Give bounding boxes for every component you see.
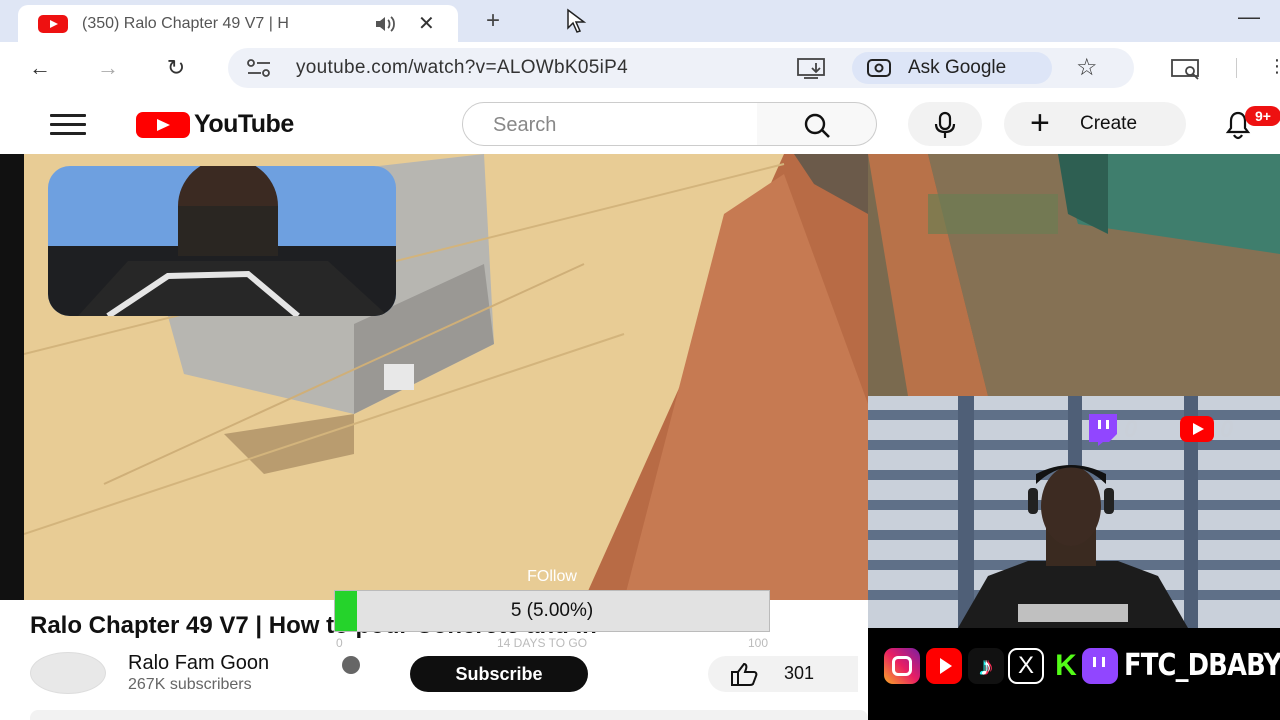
browser-menu-icon[interactable]: ⋮ xyxy=(1268,56,1280,77)
minimize-window-icon[interactable]: — xyxy=(1238,4,1260,30)
bookmark-star-icon[interactable]: ☆ xyxy=(1076,53,1098,82)
install-app-icon[interactable] xyxy=(796,57,830,79)
back-icon[interactable]: ← xyxy=(20,52,60,84)
youtube-viewer-count: 0 xyxy=(1220,416,1234,443)
streamer-webcam xyxy=(868,396,1280,628)
instagram-icon xyxy=(884,648,920,684)
plus-icon: + xyxy=(1030,104,1050,142)
subscriber-count: 267K subscribers xyxy=(128,676,252,693)
toolbar-divider xyxy=(1236,58,1237,78)
search-page-icon[interactable] xyxy=(1170,58,1204,80)
x-icon: X xyxy=(1008,648,1044,684)
browser-tab[interactable]: (350) Ralo Chapter 49 V7 | H ✕ xyxy=(18,5,458,42)
google-lens-icon xyxy=(867,59,891,77)
youtube-wordmark[interactable]: YouTube xyxy=(194,110,294,139)
like-button[interactable]: 301 xyxy=(708,656,858,692)
search-input[interactable]: Search xyxy=(462,102,758,146)
notification-badge: 9+ xyxy=(1245,106,1280,126)
forward-icon[interactable]: → xyxy=(88,52,128,84)
youtube-icon xyxy=(1180,416,1214,442)
follow-goal-start: 0 xyxy=(336,636,343,650)
microphone-icon xyxy=(934,111,956,138)
kick-icon: K xyxy=(1048,648,1084,684)
hamburger-menu-icon[interactable] xyxy=(50,114,86,136)
video-frame-right xyxy=(868,154,1280,396)
social-handle: FTC_DBABY xyxy=(1124,648,1280,683)
create-label: Create xyxy=(1080,113,1138,134)
picture-in-picture-overlay xyxy=(48,166,396,316)
subscribe-button[interactable]: Subscribe xyxy=(410,656,588,692)
new-tab-icon[interactable]: + xyxy=(486,7,500,35)
tab-title: (350) Ralo Chapter 49 V7 | H xyxy=(82,15,289,32)
youtube-icon xyxy=(926,648,962,684)
twitch-icon xyxy=(1082,648,1118,684)
verified-check-icon xyxy=(342,656,360,674)
channel-avatar[interactable] xyxy=(30,652,106,694)
ask-google-label: Ask Google xyxy=(908,57,1007,78)
channel-name[interactable]: Ralo Fam Goon xyxy=(128,652,269,675)
address-bar[interactable]: youtube.com/watch?v=ALOWbK05iP4 Ask Goog… xyxy=(228,48,1134,88)
twitch-viewer-count: 0 xyxy=(1124,416,1138,443)
twitch-icon xyxy=(1089,414,1117,446)
follow-goal-label: FOllow xyxy=(527,568,577,585)
social-links-bar: ♪ X K FTC_DBABY xyxy=(868,628,1280,720)
reload-icon[interactable]: ↻ xyxy=(156,52,196,84)
follow-goal-text: 5 (5.00%) xyxy=(510,600,594,621)
ask-google-button[interactable]: Ask Google xyxy=(852,52,1052,84)
browser-tab-strip: (350) Ralo Chapter 49 V7 | H ✕ + — xyxy=(0,0,1280,42)
url-text: youtube.com/watch?v=ALOWbK05iP4 xyxy=(296,57,628,78)
site-info-icon[interactable] xyxy=(246,58,272,78)
thumbs-up-icon xyxy=(731,662,758,686)
create-button[interactable]: + Create xyxy=(1004,102,1186,146)
youtube-header: YouTube Search + Create 9+ xyxy=(0,94,1280,154)
speaker-icon[interactable] xyxy=(374,14,398,34)
tiktok-icon: ♪ xyxy=(968,648,1004,684)
mouse-cursor-icon xyxy=(567,8,587,33)
youtube-logo-icon[interactable] xyxy=(136,112,190,138)
search-button[interactable] xyxy=(757,102,877,146)
description-box[interactable] xyxy=(30,710,868,720)
search-placeholder: Search xyxy=(493,114,557,136)
youtube-favicon-icon xyxy=(38,15,68,33)
like-count: 301 xyxy=(784,663,815,683)
close-tab-icon[interactable]: ✕ xyxy=(418,11,435,36)
follow-goal-target: 100 xyxy=(748,636,769,650)
browser-toolbar: ← → ↻ youtube.com/watch?v=ALOWbK05iP4 As… xyxy=(0,42,1280,94)
follow-goal-bar: 5 (5.00%) xyxy=(334,590,770,632)
search-icon xyxy=(804,113,830,138)
follow-goal-days-left: 14 DAYS TO GO xyxy=(497,636,588,650)
voice-search-button[interactable] xyxy=(908,102,982,146)
